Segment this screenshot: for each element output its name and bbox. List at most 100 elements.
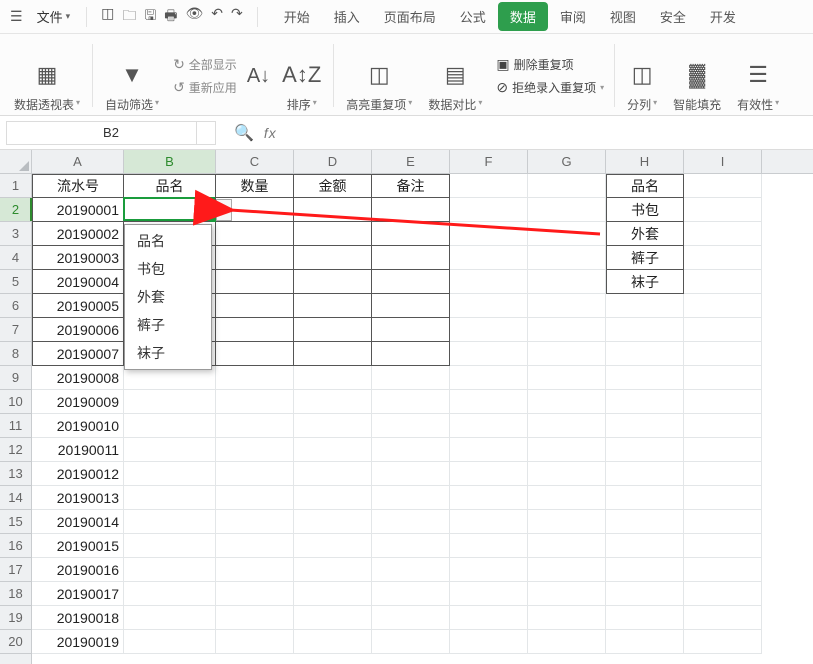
cell[interactable]: [372, 438, 450, 462]
cell[interactable]: [528, 198, 606, 222]
redo-icon[interactable]: ↷: [231, 5, 243, 29]
cell[interactable]: [294, 510, 372, 534]
ribbon-tab[interactable]: 开发: [698, 2, 748, 31]
cell[interactable]: [450, 582, 528, 606]
cell[interactable]: [450, 606, 528, 630]
cell[interactable]: [684, 318, 762, 342]
cell[interactable]: [372, 270, 450, 294]
cell[interactable]: 20190015: [32, 534, 124, 558]
open-icon[interactable]: 🗀: [122, 5, 136, 29]
cell[interactable]: [528, 222, 606, 246]
cell[interactable]: [294, 558, 372, 582]
cell[interactable]: 20190010: [32, 414, 124, 438]
cell[interactable]: [216, 630, 294, 654]
print-icon[interactable]: 🖶: [164, 5, 177, 29]
cell[interactable]: [124, 606, 216, 630]
cell[interactable]: [216, 534, 294, 558]
cell[interactable]: [372, 630, 450, 654]
row-header[interactable]: 11: [0, 414, 31, 438]
cell[interactable]: [684, 174, 762, 198]
cell[interactable]: [372, 222, 450, 246]
cell[interactable]: [450, 270, 528, 294]
cell[interactable]: [684, 342, 762, 366]
cell[interactable]: [216, 318, 294, 342]
cell[interactable]: [528, 318, 606, 342]
cell[interactable]: 20190005: [32, 294, 124, 318]
cell[interactable]: [684, 606, 762, 630]
ribbon-tab[interactable]: 插入: [322, 2, 372, 31]
cell[interactable]: [450, 342, 528, 366]
cell[interactable]: [528, 294, 606, 318]
remove-dup-button[interactable]: ▣ 删除重复项: [496, 56, 604, 73]
cell[interactable]: [606, 462, 684, 486]
autofilter-button[interactable]: ▼ 自动筛选▾: [97, 38, 167, 113]
cell[interactable]: [606, 318, 684, 342]
cell[interactable]: [124, 558, 216, 582]
column-header[interactable]: A: [32, 150, 124, 173]
cell[interactable]: [124, 486, 216, 510]
menu-icon[interactable]: ☰: [6, 8, 27, 25]
ribbon-tab[interactable]: 审阅: [548, 2, 598, 31]
row-header[interactable]: 2: [0, 198, 31, 222]
cell[interactable]: [528, 414, 606, 438]
cell[interactable]: [372, 606, 450, 630]
row-header[interactable]: 17: [0, 558, 31, 582]
cell[interactable]: [606, 630, 684, 654]
cell[interactable]: [450, 198, 528, 222]
cell[interactable]: [684, 510, 762, 534]
cell[interactable]: [216, 246, 294, 270]
cell[interactable]: [528, 630, 606, 654]
spreadsheet-grid[interactable]: ABCDEFGHI 123456789101112131415161718192…: [0, 150, 813, 664]
cell[interactable]: 20190016: [32, 558, 124, 582]
cell[interactable]: [216, 270, 294, 294]
cell[interactable]: [450, 174, 528, 198]
row-header[interactable]: 3: [0, 222, 31, 246]
cell[interactable]: [372, 198, 450, 222]
pivot-table-button[interactable]: ▦ 数据透视表▾: [6, 38, 88, 113]
column-header[interactable]: B: [124, 150, 216, 173]
cell[interactable]: [294, 366, 372, 390]
preview-icon[interactable]: 👁: [186, 5, 204, 29]
cell[interactable]: [216, 606, 294, 630]
cell[interactable]: [216, 222, 294, 246]
column-header[interactable]: D: [294, 150, 372, 173]
cell[interactable]: [372, 462, 450, 486]
cell[interactable]: [216, 558, 294, 582]
cell[interactable]: [684, 270, 762, 294]
cell[interactable]: [528, 174, 606, 198]
cell[interactable]: [450, 438, 528, 462]
cell[interactable]: 20190002: [32, 222, 124, 246]
cell[interactable]: [216, 414, 294, 438]
cell[interactable]: [606, 534, 684, 558]
row-header[interactable]: 8: [0, 342, 31, 366]
file-menu[interactable]: 文件 ▾: [31, 5, 77, 28]
sort-asc-icon[interactable]: A↓: [247, 59, 270, 93]
ribbon-tab[interactable]: 安全: [648, 2, 698, 31]
validation-dropdown-list[interactable]: 品名书包外套裤子袜子: [124, 224, 212, 370]
cell[interactable]: [124, 630, 216, 654]
cell[interactable]: [450, 510, 528, 534]
dropdown-option[interactable]: 书包: [125, 255, 211, 283]
cell[interactable]: [606, 582, 684, 606]
cell[interactable]: 20190018: [32, 606, 124, 630]
cell[interactable]: [294, 630, 372, 654]
cell[interactable]: [528, 366, 606, 390]
cell[interactable]: [216, 462, 294, 486]
cell[interactable]: 品名: [124, 174, 216, 198]
cell[interactable]: 20190012: [32, 462, 124, 486]
cell[interactable]: [124, 414, 216, 438]
cell[interactable]: [528, 582, 606, 606]
row-header[interactable]: 19: [0, 606, 31, 630]
ribbon-tab[interactable]: 数据: [498, 2, 548, 31]
cell[interactable]: [450, 390, 528, 414]
ribbon-tab[interactable]: 开始: [272, 2, 322, 31]
row-header[interactable]: 1: [0, 174, 31, 198]
row-header[interactable]: 16: [0, 534, 31, 558]
cell[interactable]: [124, 390, 216, 414]
cell[interactable]: [684, 294, 762, 318]
column-header[interactable]: E: [372, 150, 450, 173]
ribbon-tab[interactable]: 视图: [598, 2, 648, 31]
sort-button[interactable]: A↕Z 排序▾: [274, 38, 329, 113]
cell[interactable]: [372, 582, 450, 606]
cell[interactable]: [216, 582, 294, 606]
